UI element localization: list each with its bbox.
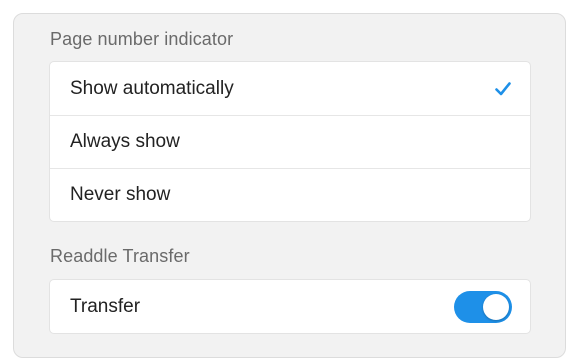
- option-show-automatically[interactable]: Show automatically: [50, 62, 530, 115]
- transfer-label: Transfer: [70, 295, 141, 317]
- option-always-show[interactable]: Always show: [50, 115, 530, 168]
- checkmark-icon: [494, 80, 512, 98]
- toggle-knob: [483, 293, 509, 320]
- section-header-page-number-indicator: Page number indicator: [50, 29, 234, 49]
- option-label: Never show: [70, 184, 171, 205]
- transfer-toggle[interactable]: [454, 290, 512, 323]
- option-label: Show automatically: [70, 77, 234, 99]
- option-never-show[interactable]: Never show: [50, 168, 530, 221]
- page-indicator-options: Show automatically Always show Never sho…: [49, 61, 531, 222]
- section-header-readdle-transfer: Readdle Transfer: [50, 246, 190, 266]
- option-label: Always show: [70, 131, 180, 152]
- transfer-row: Transfer: [50, 280, 530, 333]
- transfer-group: Transfer: [49, 279, 531, 334]
